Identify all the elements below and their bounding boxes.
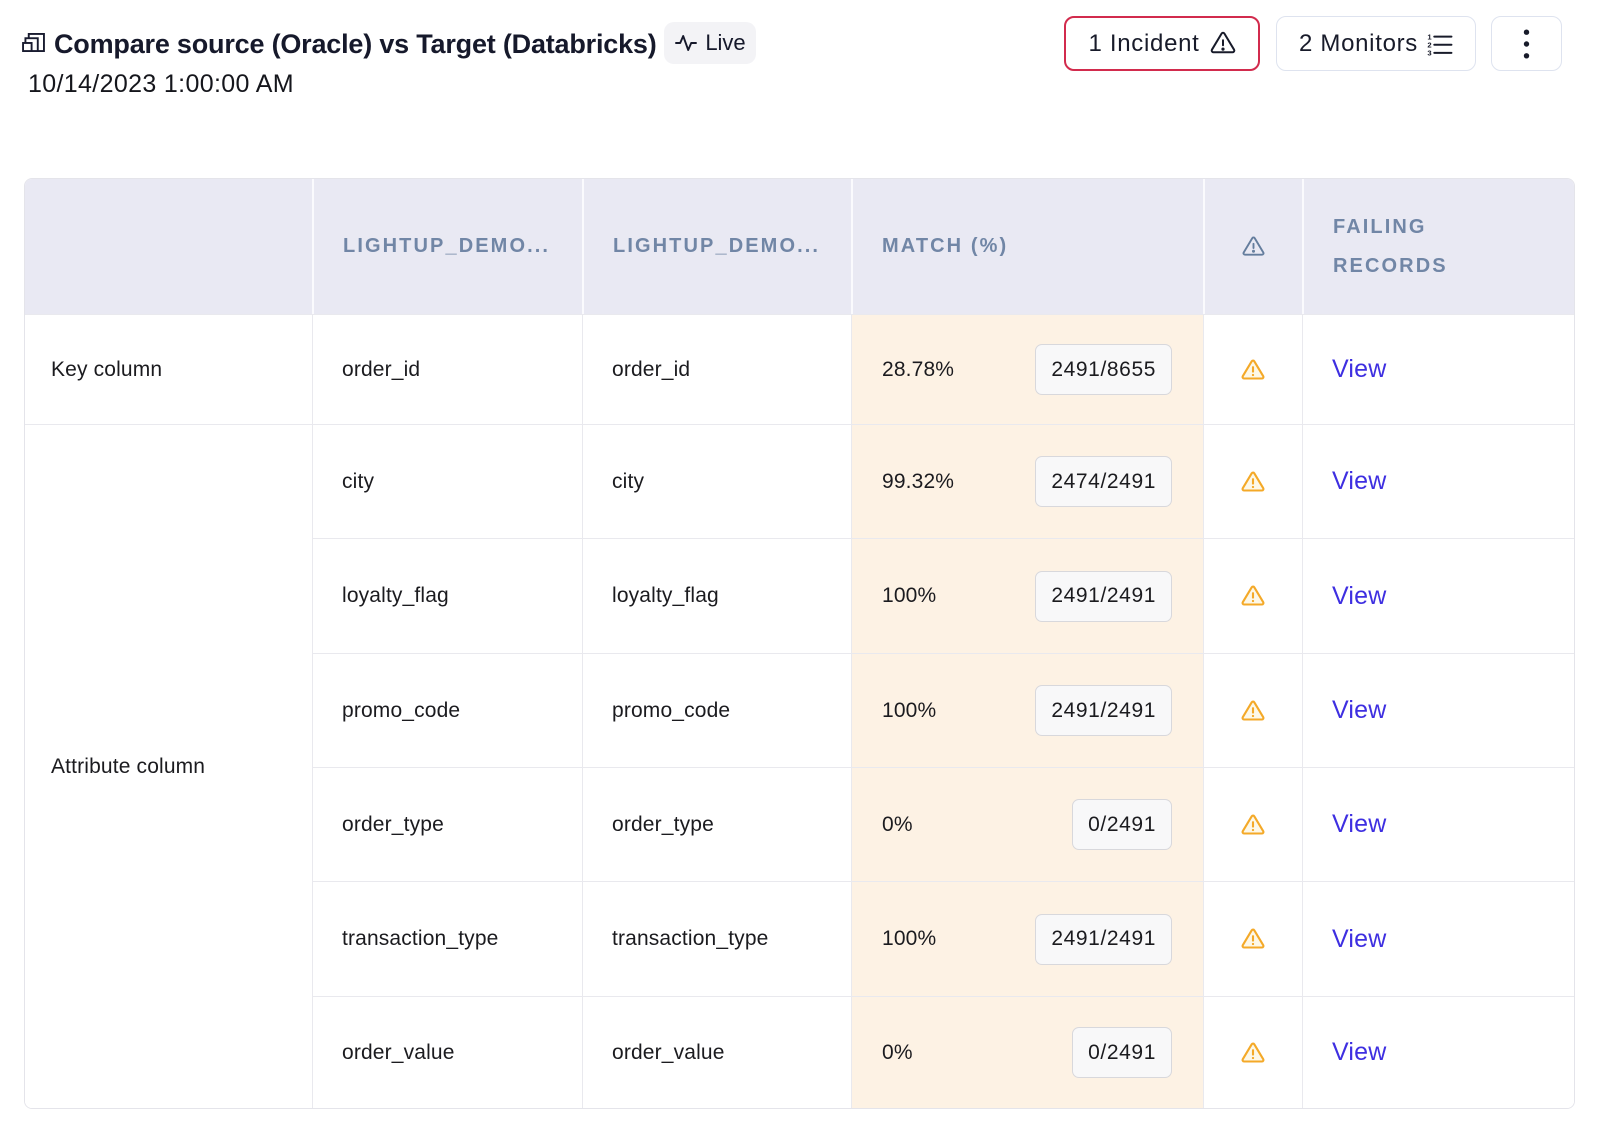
svg-text:3: 3 (1427, 49, 1432, 56)
